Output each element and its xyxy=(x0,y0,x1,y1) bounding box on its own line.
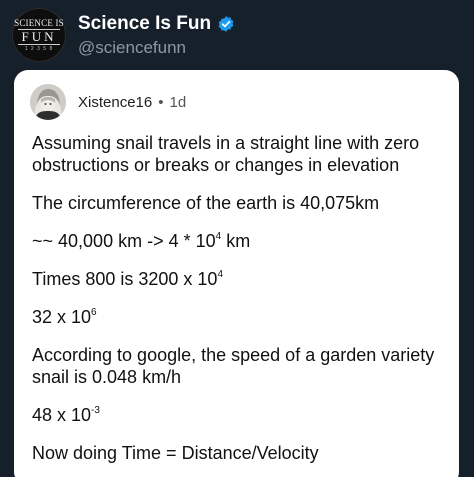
embedded-post-card: Xistence16 • 1d Assuming snail travels i… xyxy=(14,70,459,477)
author-name-row: Science Is Fun xyxy=(78,12,235,36)
result-text: 32 x 10 xyxy=(32,307,92,327)
times-800-text: Times 800 is 3200 x 10 xyxy=(32,269,218,289)
approximation-text: ~~ 40,000 km -> 4 * 10 xyxy=(32,231,216,251)
author-handle[interactable]: @sciencefunn xyxy=(78,37,235,59)
logo-text-top: SCIENCE IS xyxy=(14,18,64,28)
author-avatar[interactable]: SCIENCE IS FUN 1 2 3 5 8 xyxy=(12,8,66,62)
paragraph-assumption: Assuming snail travels in a straight lin… xyxy=(32,133,420,175)
paragraph-48x10: 48 x 10-3 xyxy=(32,404,447,426)
paragraph-approximation: ~~ 40,000 km -> 4 * 104 km xyxy=(32,230,447,252)
paragraph-time-formula: Now doing Time = Distance/Velocity xyxy=(32,443,319,463)
post-age: 1d xyxy=(169,93,187,111)
card-header: Xistence16 • 1d xyxy=(30,84,186,120)
paragraph-circumference: The circumference of the earth is 40,075… xyxy=(32,193,380,213)
logo-text-fun: FUN xyxy=(18,29,60,45)
logo-text-numbers: 1 2 3 5 8 xyxy=(24,46,54,52)
separator-dot: • xyxy=(158,93,164,111)
approximation-unit: km xyxy=(221,231,251,251)
card-username[interactable]: Xistence16 xyxy=(78,94,152,111)
times-800-exponent: 4 xyxy=(217,269,223,280)
result-exponent: 6 xyxy=(91,307,97,318)
post-header: SCIENCE IS FUN 1 2 3 5 8 Science Is Fun … xyxy=(12,8,462,62)
card-user-avatar[interactable] xyxy=(30,84,66,120)
speed-text: 48 x 10 xyxy=(32,405,92,425)
author-block: Science Is Fun @sciencefunn xyxy=(78,12,235,59)
verified-badge-icon xyxy=(217,15,235,33)
author-name[interactable]: Science Is Fun xyxy=(78,12,211,36)
paragraph-32x10: 32 x 106 xyxy=(32,306,447,328)
paragraph-snail-speed: According to google, the speed of a gard… xyxy=(32,345,435,387)
speed-exponent: -3 xyxy=(91,405,100,416)
card-body: Assuming snail travels in a straight lin… xyxy=(32,132,447,477)
paragraph-times-800: Times 800 is 3200 x 104 xyxy=(32,268,447,290)
